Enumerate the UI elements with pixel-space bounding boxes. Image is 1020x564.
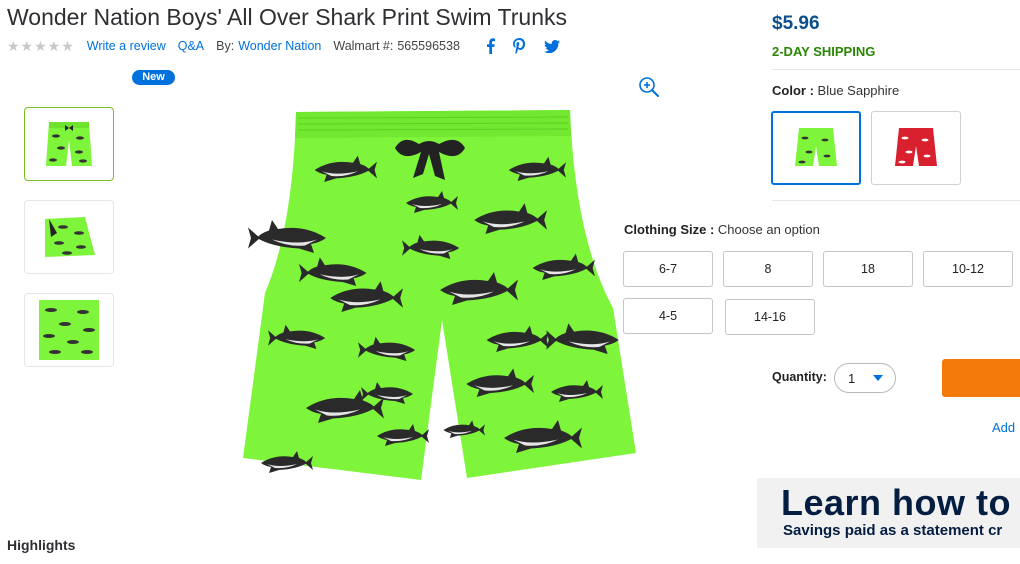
size-option-18[interactable]: 18 bbox=[823, 251, 913, 287]
color-label-colon: : bbox=[809, 83, 818, 98]
product-thumbnail-image bbox=[46, 122, 92, 166]
thumbnail-folded[interactable] bbox=[24, 200, 114, 274]
promo-headline: Learn how to s bbox=[781, 482, 1020, 523]
size-option-6-7[interactable]: 6-7 bbox=[623, 251, 713, 287]
quantity-value: 1 bbox=[848, 370, 856, 386]
main-product-image[interactable] bbox=[243, 108, 638, 485]
size-option-4-5[interactable]: 4-5 bbox=[623, 298, 713, 334]
color-value: Blue Sapphire bbox=[817, 83, 900, 98]
size-label: Clothing Size bbox=[624, 222, 707, 237]
product-meta-row: ★★★★★ Write a review Q&A By: Wonder Nati… bbox=[7, 38, 560, 54]
product-thumbnail-image bbox=[39, 300, 99, 360]
promo-banner[interactable]: Learn how to s Savings paid as a stateme… bbox=[757, 478, 1020, 548]
walmart-number: 565596538 bbox=[397, 39, 460, 53]
color-label-row: Color : Blue Sapphire bbox=[772, 83, 899, 98]
brand-by-label: By: bbox=[216, 39, 235, 53]
add-to-list-link[interactable]: Add bbox=[992, 420, 1015, 435]
swatch-image bbox=[795, 128, 837, 166]
new-badge: New bbox=[132, 70, 175, 85]
color-swatch-red[interactable] bbox=[871, 111, 961, 185]
highlights-heading: Highlights bbox=[7, 537, 76, 553]
brand-link[interactable]: Wonder Nation bbox=[238, 39, 321, 53]
rating-stars[interactable]: ★★★★★ bbox=[7, 38, 75, 55]
pinterest-icon[interactable] bbox=[512, 38, 526, 54]
facebook-icon[interactable] bbox=[486, 38, 495, 54]
size-label-colon: : bbox=[709, 222, 718, 237]
color-label: Color bbox=[772, 83, 806, 98]
size-option-14-16[interactable]: 14-16 bbox=[725, 299, 815, 335]
walmart-number-label: Walmart #: bbox=[333, 39, 394, 53]
product-title: Wonder Nation Boys' All Over Shark Print… bbox=[7, 4, 567, 30]
size-option-10-12[interactable]: 10-12 bbox=[923, 251, 1013, 287]
size-value: Choose an option bbox=[717, 222, 820, 237]
product-thumbnail-image bbox=[45, 217, 95, 257]
zoom-button[interactable] bbox=[638, 76, 660, 103]
size-label-row: Clothing Size : Choose an option bbox=[624, 222, 820, 237]
quantity-select[interactable]: 1 bbox=[834, 363, 896, 393]
chevron-down-icon bbox=[873, 375, 884, 381]
divider bbox=[772, 69, 1020, 70]
price: $5.96 bbox=[772, 13, 820, 34]
swatch-image bbox=[895, 128, 937, 166]
promo-subline: Savings paid as a statement cr bbox=[783, 522, 1003, 539]
twitter-icon[interactable] bbox=[543, 39, 560, 53]
zoom-in-icon bbox=[639, 77, 659, 97]
divider bbox=[772, 200, 1020, 201]
write-review-link[interactable]: Write a review bbox=[87, 39, 166, 53]
size-option-8[interactable]: 8 bbox=[723, 251, 813, 287]
add-to-cart-button[interactable] bbox=[942, 359, 1020, 397]
social-share bbox=[486, 38, 560, 54]
qa-link[interactable]: Q&A bbox=[178, 39, 204, 53]
thumbnail-front[interactable] bbox=[24, 107, 114, 181]
color-swatch-green[interactable] bbox=[771, 111, 861, 185]
quantity-label: Quantity: bbox=[772, 370, 827, 384]
thumbnail-pattern[interactable] bbox=[24, 293, 114, 367]
shipping-label: 2-DAY SHIPPING bbox=[772, 44, 876, 59]
